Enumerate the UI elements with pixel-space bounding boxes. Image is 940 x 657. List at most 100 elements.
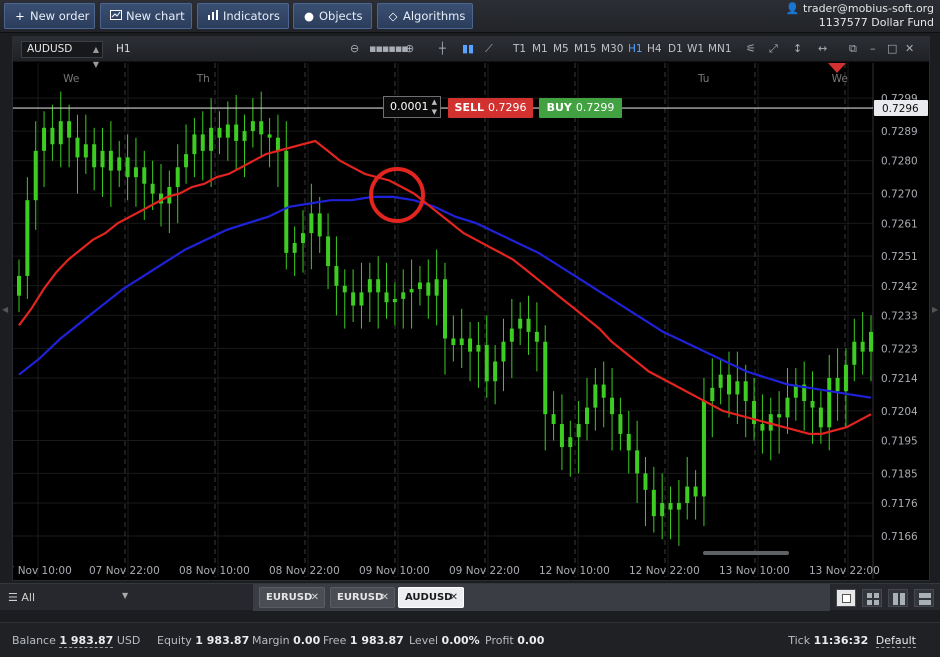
close-tab-icon[interactable]: ✕ [311,588,319,607]
candle-chart-type-icon[interactable]: ▮▮ [462,42,474,56]
candle-body [785,397,790,418]
candle-body [810,401,815,408]
candle-body [217,127,222,138]
horizontal-line-icon[interactable]: ↔ [818,42,827,56]
x-tick-label: 09 Nov 10:00 [359,565,430,577]
close-tab-icon[interactable]: ✕ [450,588,458,607]
collapse-right-icon[interactable]: ▶ [932,305,938,314]
candle-body [209,127,214,151]
draw-lines-icon[interactable]: ⚟ [746,42,756,56]
timeframe-m5[interactable]: M5 [553,43,569,55]
timeframe-m1[interactable]: M1 [532,43,548,55]
tab-eurusd-1[interactable]: EURUSD ✕ [259,587,325,608]
candle-body [727,374,731,395]
sell-price: 0.7296 [487,101,527,114]
y-tick-label: 0.7185 [881,468,918,480]
account-fund: 1137577 Dollar Fund [818,16,934,29]
bar-chart-type-icon[interactable]: ┼ [439,42,446,56]
margin-item: Margin 0.00 [252,634,320,647]
zoom-out-icon[interactable]: ⊖ [350,42,359,56]
candle-body [585,407,589,425]
y-tick-label: 0.7242 [881,281,918,293]
symbol-filter-dropdown[interactable]: ☰ All ▼ [8,591,128,604]
layout-horizontal-button[interactable] [914,589,934,607]
timeframe-m15[interactable]: M15 [574,43,596,55]
y-tick-label: 0.7289 [881,126,918,138]
algorithms-label: Algorithms [403,9,466,23]
price-chart[interactable]: 0.7299 0.7289 0.7280 0.7270 0.7261 0.7251 0.72… [13,63,929,580]
layout-vertical-button[interactable] [888,589,908,607]
buy-label: BUY [546,101,572,114]
candle-body [275,137,280,151]
candle-body [693,486,698,497]
default-profile-link[interactable]: Default [875,634,916,648]
chart-scrollbar-thumb [703,551,789,555]
new-order-button[interactable]: + New order [4,3,95,29]
account-info[interactable]: 👤 trader@mobius-soft.org 1137577 Dollar … [786,2,934,30]
minimize-icon[interactable]: – [870,42,876,56]
collapse-left-icon[interactable]: ◀ [2,305,8,314]
timeframe-h1[interactable]: H1 [628,43,643,55]
balance-value[interactable]: 1 983.87 [59,634,114,648]
timeframe-m30[interactable]: M30 [601,43,623,55]
candle-body [242,131,247,141]
x-tick-label: 13 Nov 10:00 [719,565,790,577]
close-icon[interactable]: ✕ [905,42,914,56]
trend-line-icon[interactable]: ⤢ [769,42,778,56]
candle-body [869,331,873,352]
symbol-selector[interactable]: AUDUSD ▲ ▼ [21,41,103,69]
candle-body [317,213,322,237]
timeframe-d1[interactable]: D1 [668,43,683,55]
profit-label: Profit [485,634,514,647]
candle-body [108,150,113,171]
day-label: Th [196,73,210,85]
candle-body [443,279,447,339]
timeframe-w1[interactable]: W1 [687,43,704,55]
y-tick-label: 0.7176 [881,498,918,510]
maximize-icon[interactable]: □ [887,42,897,56]
tab-audusd[interactable]: AUDUSD ✕ [398,587,464,608]
tick-item: Tick 11:36:32 Default [788,634,916,648]
detach-icon[interactable]: ⧉ [849,42,857,56]
y-tick-label: 0.7280 [881,156,918,168]
vertical-line-icon[interactable]: ↕ [793,42,802,56]
timeframe-mn1[interactable]: MN1 [708,43,732,55]
candle-body [117,157,122,171]
candle-body [610,397,615,415]
chart-tab-bar: ☰ All ▼ EURUSD ✕ EURUSD ✕ AUDUSD ✕ [0,583,940,611]
sell-button[interactable]: SELL 0.7296 [448,98,533,118]
currency-label: USD [116,634,141,647]
candle-body [301,233,305,243]
quantity-input[interactable]: 0.0001 ▲ ▼ [383,96,441,118]
objects-label: Objects [319,9,363,23]
timeframe-t1[interactable]: T1 [513,43,526,55]
candle-body [150,183,155,194]
close-tab-icon[interactable]: ✕ [381,588,389,607]
candle-body [33,150,38,201]
tab-eurusd-2[interactable]: EURUSD ✕ [330,587,395,608]
candle-body [835,377,840,392]
stepper-icon: ▲ ▼ [431,98,437,116]
algorithms-icon: ◇ [388,9,398,23]
y-tick-label: 0.7261 [881,218,918,230]
candle-body [468,338,473,352]
x-tick-label: 13 Nov 22:00 [809,565,880,577]
zoom-slider[interactable]: ▪▪▪▪▪▪ [369,42,409,56]
indicators-button[interactable]: Indicators [197,3,289,29]
zoom-in-icon[interactable]: ⊕ [405,42,414,56]
buy-button[interactable]: BUY 0.7299 [539,98,622,118]
timeframe-h4[interactable]: H4 [647,43,662,55]
chart-icon [109,4,123,28]
objects-button[interactable]: ● Objects [293,3,372,29]
indicators-label: Indicators [223,9,280,23]
new-chart-button[interactable]: New chart [100,3,192,29]
algorithms-button[interactable]: ◇ Algorithms [377,3,473,29]
layout-grid-button[interactable] [862,589,882,607]
layout-single-button[interactable] [836,589,856,607]
y-tick-label: 0.7166 [881,531,918,543]
candle-body [184,154,189,168]
candle-body [125,157,130,178]
sell-label: SELL [454,101,484,114]
candle-body [701,401,706,497]
line-chart-type-icon[interactable]: ⟋ [485,42,493,56]
